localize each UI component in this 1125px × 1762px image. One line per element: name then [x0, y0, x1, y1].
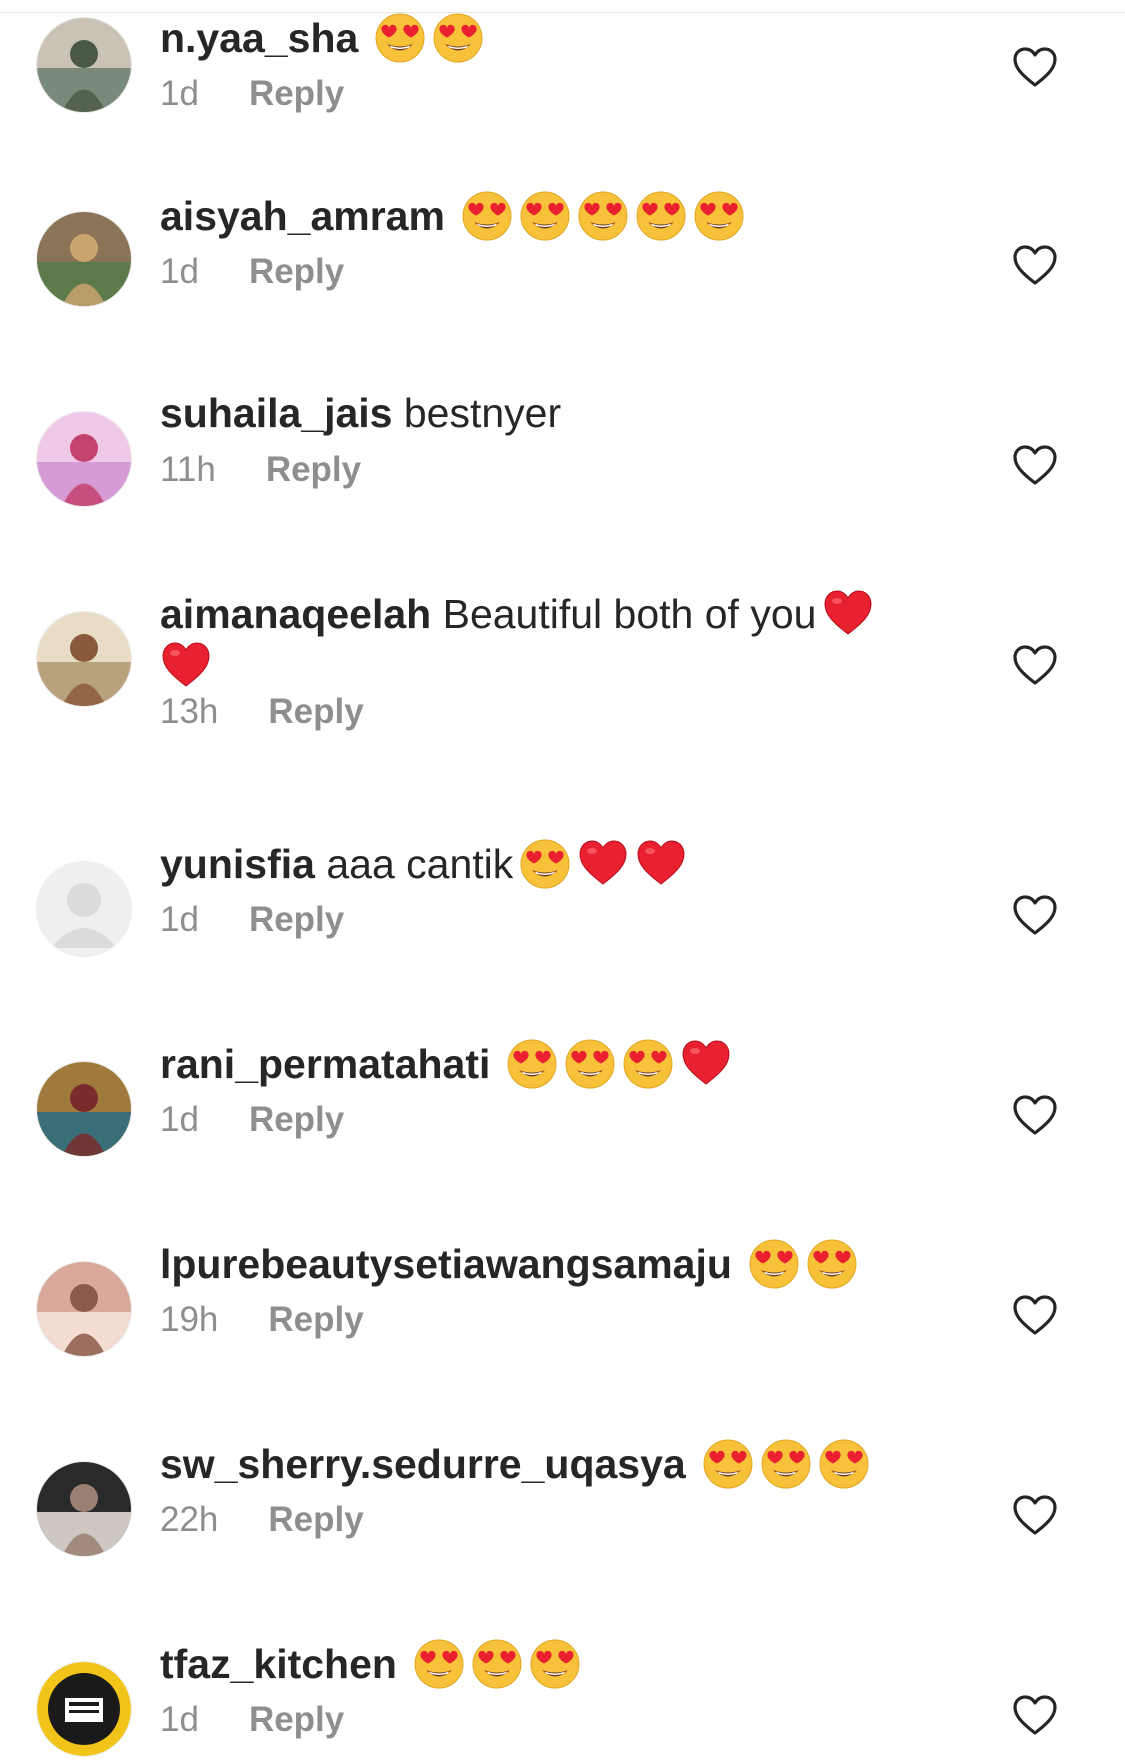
comment-body: bestnyer — [403, 390, 562, 436]
like-heart-icon[interactable] — [1012, 444, 1058, 486]
red-heart-emoji — [637, 840, 685, 885]
comment-timestamp: 1d — [160, 1100, 199, 1139]
comment-meta: 1d Reply — [160, 1700, 344, 1740]
like-heart-icon[interactable] — [1012, 644, 1058, 686]
comment-timestamp: 11h — [160, 450, 216, 489]
like-heart-icon[interactable] — [1012, 1494, 1058, 1536]
commenter-avatar[interactable] — [37, 1462, 131, 1556]
commenter-avatar[interactable] — [37, 1662, 131, 1756]
heart-eyes-emoji — [520, 839, 570, 889]
comment-body: aaa cantik — [326, 841, 514, 887]
reply-button[interactable]: Reply — [249, 1700, 344, 1740]
commenter-avatar[interactable] — [37, 862, 131, 956]
comment-emojis — [742, 1239, 858, 1289]
comment-timestamp: 1d — [160, 252, 199, 291]
reply-button[interactable]: Reply — [268, 1300, 363, 1340]
comment-emojis — [513, 839, 687, 889]
comment-meta: 1d Reply — [160, 900, 344, 940]
comment-body: Beautiful both of you — [442, 591, 817, 637]
heart-eyes-emoji — [749, 1239, 799, 1289]
comment-meta: 1d Reply — [160, 1100, 344, 1140]
red-heart-emoji — [682, 1040, 730, 1085]
heart-eyes-emoji — [472, 1639, 522, 1689]
comment-emojis — [500, 1039, 732, 1089]
commenter-avatar[interactable] — [37, 412, 131, 506]
heart-eyes-emoji — [819, 1439, 869, 1489]
red-heart-emoji — [579, 840, 627, 885]
reply-button[interactable]: Reply — [268, 1500, 363, 1540]
comment-username[interactable]: suhaila_jais — [160, 390, 392, 436]
comment-timestamp: 13h — [160, 692, 219, 731]
reply-button[interactable]: Reply — [249, 252, 344, 292]
commenter-avatar[interactable] — [37, 612, 131, 706]
comment-text: yunisfia aaa cantik — [160, 838, 920, 890]
comment-text: lpurebeautysetiawangsamaju — [160, 1238, 920, 1290]
heart-eyes-emoji — [565, 1039, 615, 1089]
comment-timestamp: 1d — [160, 1700, 199, 1739]
comment-meta: 1d Reply — [160, 252, 344, 292]
commenter-avatar[interactable] — [37, 1062, 131, 1156]
comment-text: tfaz_kitchen — [160, 1638, 920, 1690]
like-heart-icon[interactable] — [1012, 1694, 1058, 1736]
comment-username[interactable]: tfaz_kitchen — [160, 1641, 397, 1687]
comment-emojis — [816, 590, 874, 637]
heart-eyes-emoji — [703, 1439, 753, 1489]
reply-button[interactable]: Reply — [249, 1100, 344, 1140]
reply-button[interactable]: Reply — [266, 450, 361, 490]
comment-meta: 19h Reply — [160, 1300, 364, 1340]
comment-meta: 11h Reply — [160, 450, 361, 490]
comment-emojis — [407, 1639, 581, 1689]
comment-emojis — [696, 1439, 870, 1489]
heart-eyes-emoji — [414, 1639, 464, 1689]
comment-timestamp: 22h — [160, 1500, 219, 1539]
like-heart-icon[interactable] — [1012, 1094, 1058, 1136]
like-heart-icon[interactable] — [1012, 244, 1058, 286]
red-heart-emoji — [824, 590, 872, 635]
comment-text: suhaila_jais bestnyer — [160, 388, 920, 438]
comment-meta: 13h Reply — [160, 692, 364, 732]
comment-timestamp: 1d — [160, 900, 199, 939]
comment-emojis-continued — [160, 642, 212, 689]
reply-button[interactable]: Reply — [268, 692, 363, 732]
red-heart-emoji — [162, 642, 210, 687]
comment-username[interactable]: lpurebeautysetiawangsamaju — [160, 1241, 732, 1287]
commenter-avatar[interactable] — [37, 1262, 131, 1356]
reply-button[interactable]: Reply — [249, 900, 344, 940]
like-heart-icon[interactable] — [1012, 894, 1058, 936]
like-heart-icon[interactable] — [1012, 1294, 1058, 1336]
heart-eyes-emoji — [807, 1239, 857, 1289]
comment-item: tfaz_kitchen 1d Reply — [0, 0, 1125, 1756]
heart-eyes-emoji — [507, 1039, 557, 1089]
heart-eyes-emoji — [623, 1039, 673, 1089]
comment-text: rani_permatahati — [160, 1038, 920, 1090]
commenter-avatar[interactable] — [37, 212, 131, 306]
heart-eyes-emoji — [761, 1439, 811, 1489]
comment-text: aimanaqeelah Beautiful both of you — [160, 588, 920, 692]
comment-timestamp: 19h — [160, 1300, 219, 1339]
comment-username[interactable]: rani_permatahati — [160, 1041, 490, 1087]
comment-meta: 22h Reply — [160, 1500, 364, 1540]
comment-username[interactable]: sw_sherry.sedurre_uqasya — [160, 1441, 686, 1487]
comment-username[interactable]: yunisfia — [160, 841, 315, 887]
heart-eyes-emoji — [530, 1639, 580, 1689]
comment-text: sw_sherry.sedurre_uqasya — [160, 1438, 920, 1490]
comment-username[interactable]: aimanaqeelah — [160, 591, 431, 637]
